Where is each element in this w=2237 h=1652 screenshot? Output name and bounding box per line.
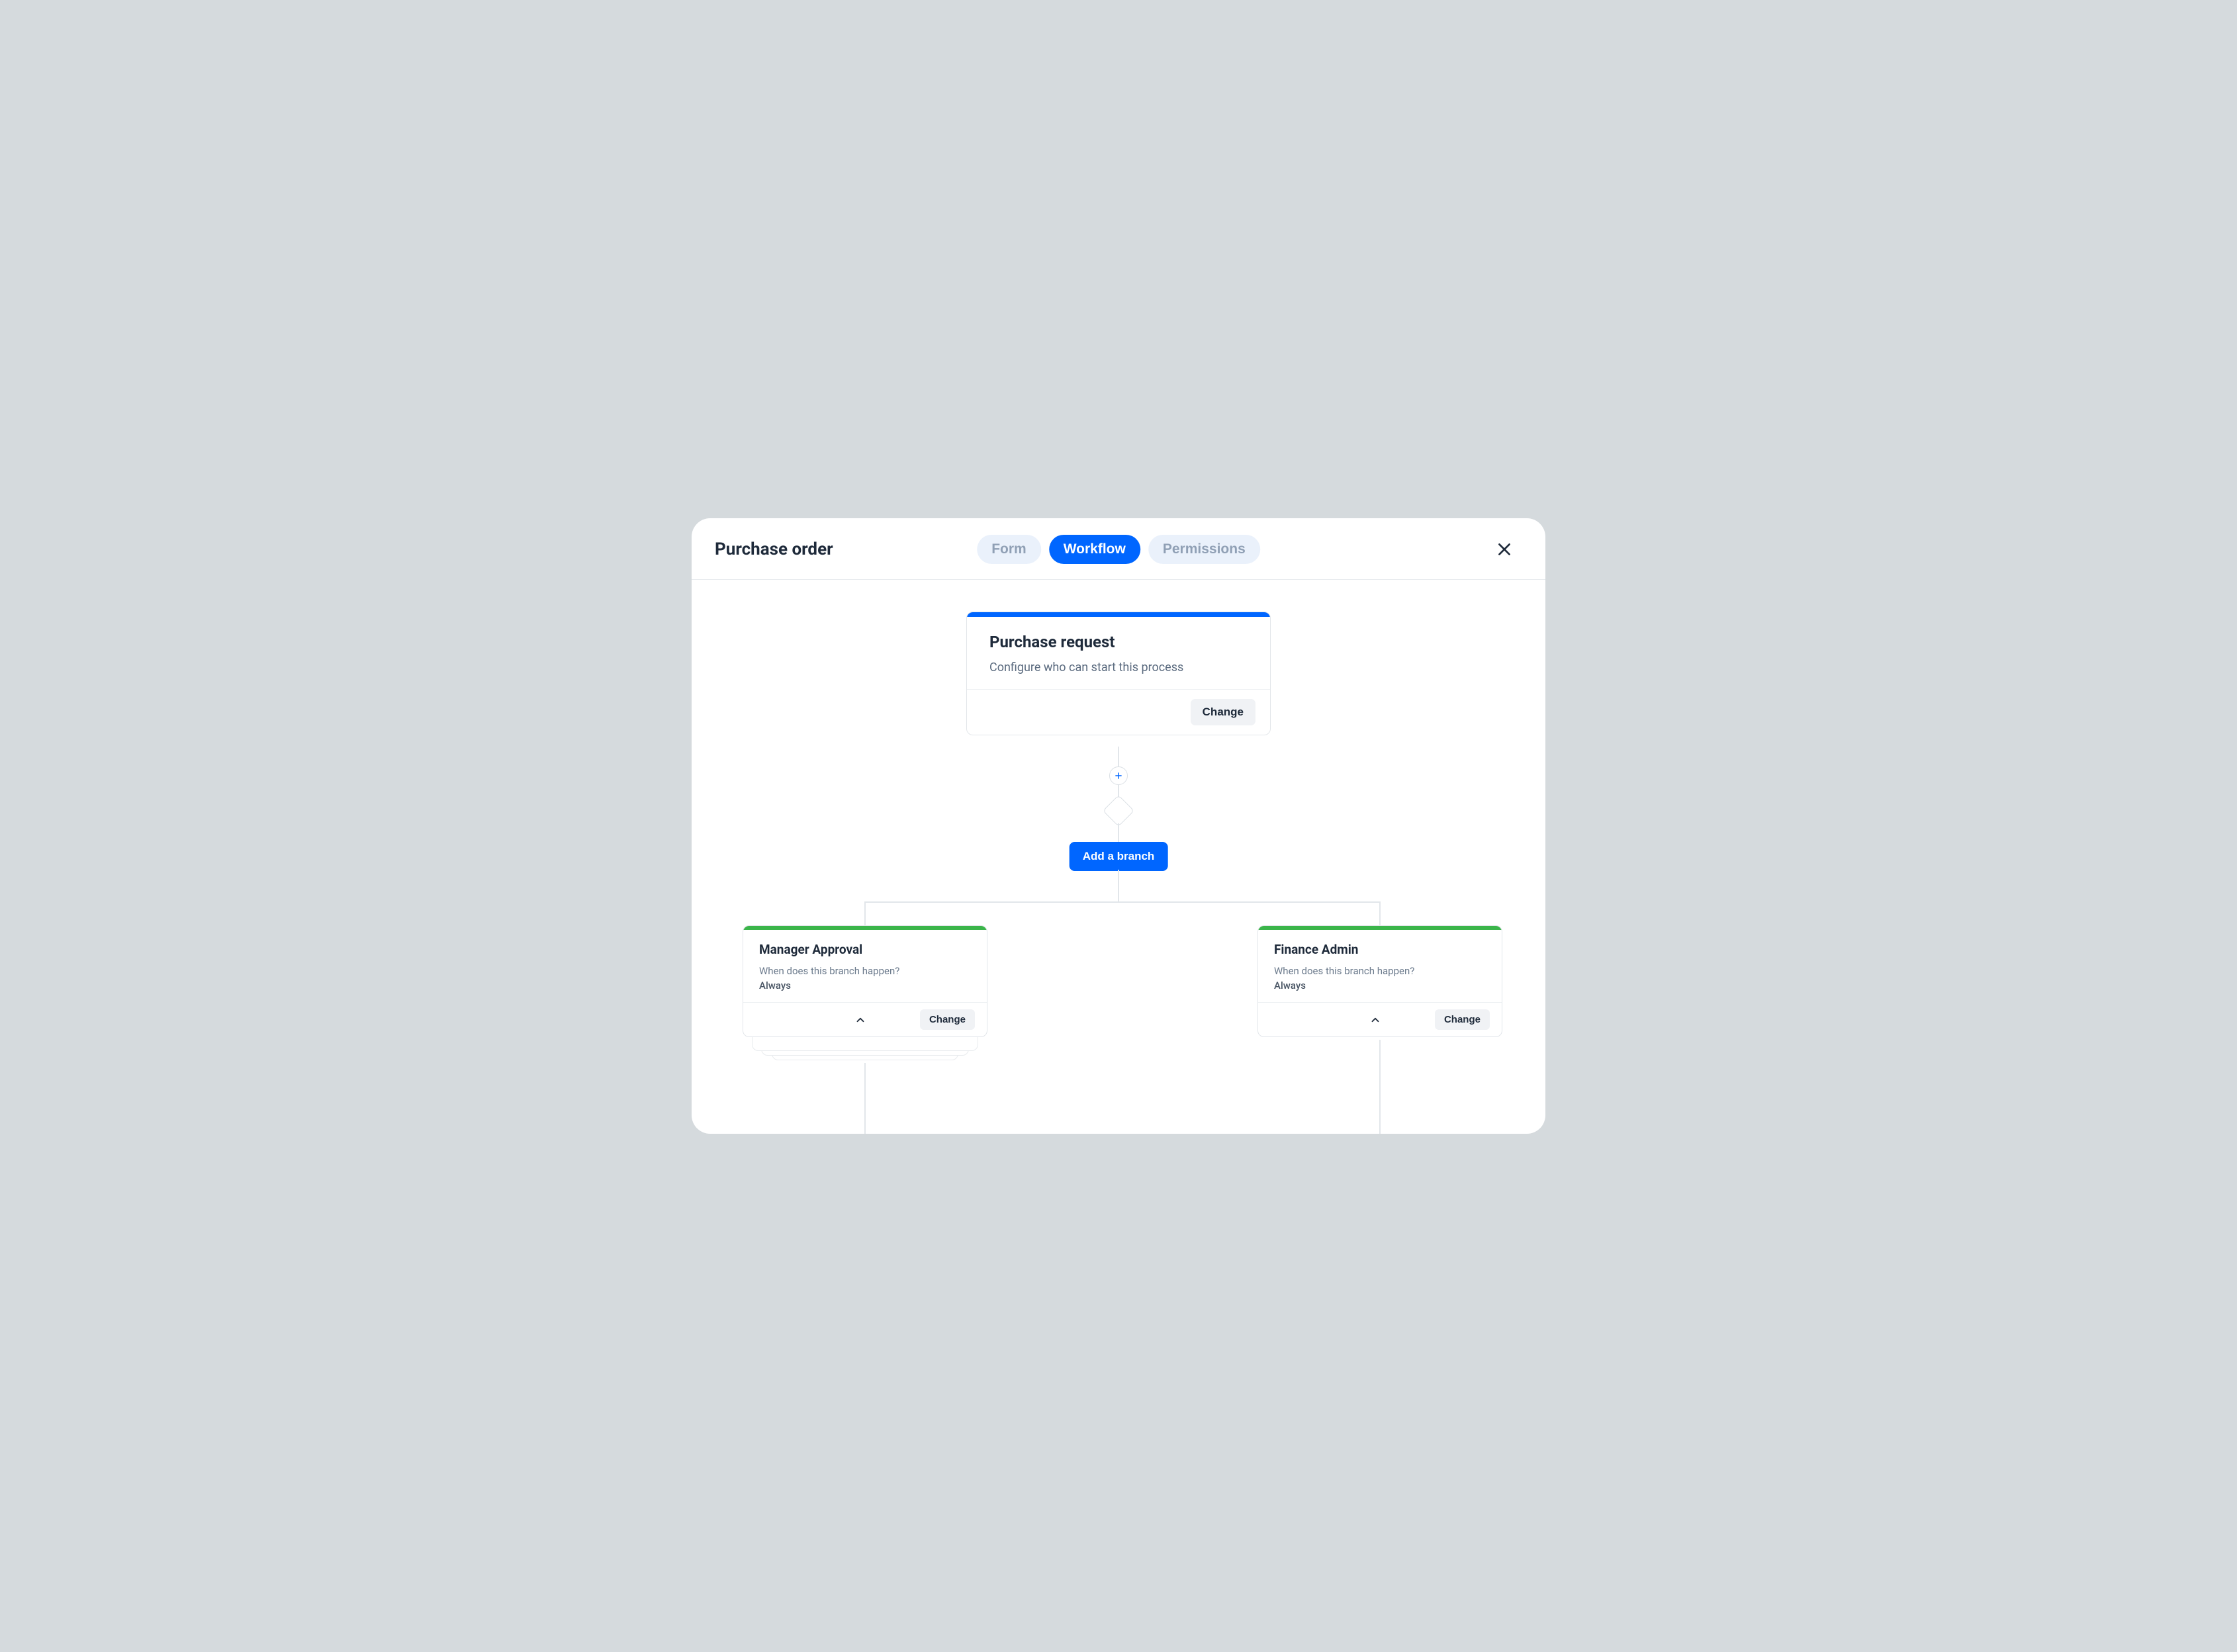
tab-form[interactable]: Form xyxy=(977,535,1041,564)
start-body: Purchase request Configure who can start… xyxy=(967,617,1270,689)
branch-left-stack: Manager Approval When does this branch h… xyxy=(743,925,987,1037)
branch-right-stack: Finance Admin When does this branch happ… xyxy=(1257,925,1502,1037)
decision-node[interactable] xyxy=(1103,795,1134,827)
branch-question: When does this branch happen? xyxy=(759,965,971,977)
branch-footer: Change xyxy=(743,1002,987,1036)
connector-line xyxy=(1118,747,1119,766)
tab-permissions[interactable]: Permissions xyxy=(1148,535,1260,564)
branch-card-manager-approval[interactable]: Manager Approval When does this branch h… xyxy=(743,925,987,1037)
branch-footer: Change xyxy=(1258,1002,1502,1036)
app-window: Purchase order Form Workflow Permissions… xyxy=(692,518,1545,1134)
tab-workflow[interactable]: Workflow xyxy=(1049,535,1140,564)
chevron-up-icon xyxy=(1369,1014,1381,1026)
connector-line xyxy=(1379,901,1381,927)
start-footer: Change xyxy=(967,689,1270,735)
start-description: Configure who can start this process xyxy=(989,661,1248,674)
branch-answer: Always xyxy=(1274,980,1486,991)
connector-line xyxy=(864,901,866,927)
chevron-up-icon xyxy=(854,1014,866,1026)
start-title: Purchase request xyxy=(989,633,1248,651)
start-accent xyxy=(967,612,1270,617)
add-step-button[interactable] xyxy=(1109,766,1128,785)
close-icon xyxy=(1496,541,1513,558)
branch-title: Finance Admin xyxy=(1274,942,1486,957)
add-branch-button[interactable]: Add a branch xyxy=(1070,842,1168,871)
plus-icon xyxy=(1114,771,1123,780)
change-button[interactable]: Change xyxy=(1191,699,1255,725)
close-button[interactable] xyxy=(1493,538,1516,561)
collapse-button[interactable] xyxy=(852,1011,869,1029)
connector-line xyxy=(1118,823,1119,842)
page-title: Purchase order xyxy=(715,539,833,559)
header: Purchase order Form Workflow Permissions xyxy=(692,518,1545,580)
connector-line xyxy=(1379,1040,1381,1134)
collapse-button[interactable] xyxy=(1367,1011,1384,1029)
connector-line xyxy=(1118,870,1119,903)
branch-answer: Always xyxy=(759,980,971,991)
branch-body: Finance Admin When does this branch happ… xyxy=(1258,930,1502,1002)
branch-body: Manager Approval When does this branch h… xyxy=(743,930,987,1002)
start-node-card[interactable]: Purchase request Configure who can start… xyxy=(966,612,1271,735)
workflow-canvas[interactable]: Purchase request Configure who can start… xyxy=(692,580,1545,1134)
branch-card-finance-admin[interactable]: Finance Admin When does this branch happ… xyxy=(1257,925,1502,1037)
branch-question: When does this branch happen? xyxy=(1274,965,1486,977)
change-button[interactable]: Change xyxy=(1435,1009,1490,1030)
connector-line xyxy=(865,901,1380,903)
change-button[interactable]: Change xyxy=(920,1009,975,1030)
branch-title: Manager Approval xyxy=(759,942,971,957)
connector-line xyxy=(864,1063,866,1134)
tabs: Form Workflow Permissions xyxy=(977,535,1260,564)
